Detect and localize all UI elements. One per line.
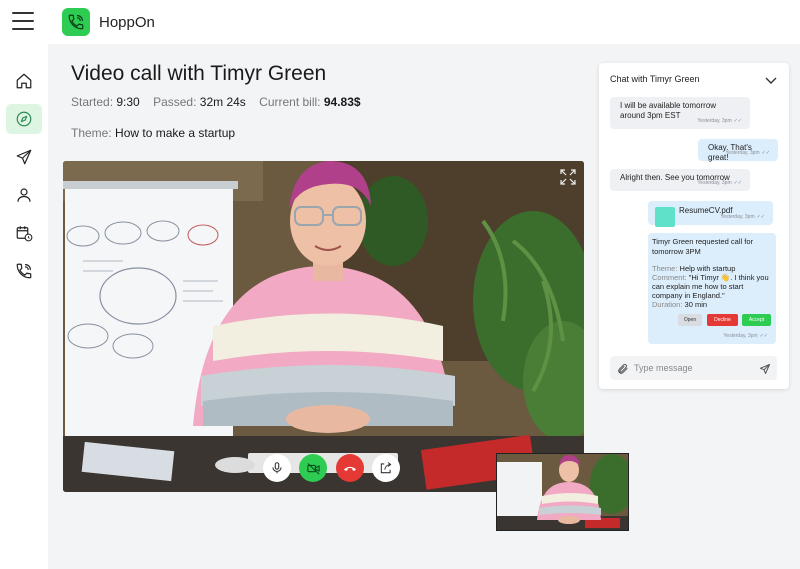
chat-panel: Chat with Timyr Green I will be availabl…: [599, 63, 789, 389]
sidebar: [0, 44, 48, 569]
send-icon: [16, 149, 32, 165]
chat-message: Alright then. See you tomorrow Yesterday…: [610, 169, 750, 191]
file-icon: [655, 207, 675, 227]
hang-up-button[interactable]: [336, 454, 364, 482]
chat-title: Chat with Timyr Green: [610, 74, 700, 84]
accept-request-button[interactable]: Accept: [742, 314, 771, 326]
user-icon: [17, 188, 31, 202]
message-time: Yesterday, 3pm ✓✓: [720, 214, 765, 220]
attach-button[interactable]: [617, 362, 629, 374]
send-message-button[interactable]: [759, 362, 771, 374]
message-time: Yesterday, 3pm ✓✓: [697, 118, 742, 124]
share-screen-button[interactable]: [372, 454, 400, 482]
sidebar-item-schedule[interactable]: [6, 218, 42, 248]
file-attachment[interactable]: ResumeCV.pdf Yesterday, 3pm ✓✓: [648, 201, 773, 227]
read-receipt-icon: ✓✓: [759, 333, 768, 339]
hang-up-icon: [344, 466, 356, 471]
message-time: Yesterday, 3pm ✓✓: [725, 150, 770, 156]
request-duration: Duration: 30 min: [652, 300, 708, 309]
theme-value: How to make a startup: [115, 126, 236, 140]
message-time: Yesterday, 3pm ✓✓: [697, 180, 742, 186]
message-composer: [610, 356, 777, 380]
passed-value: 32m 24s: [199, 95, 246, 109]
expand-icon: [560, 169, 576, 185]
sidebar-item-messages[interactable]: [6, 142, 42, 172]
call-request-title: Timyr Green requested call for tomorrow …: [652, 237, 754, 256]
message-input[interactable]: [634, 360, 754, 376]
fullscreen-button[interactable]: [560, 169, 576, 185]
compass-icon: [16, 111, 32, 127]
call-theme: Theme: How to make a startup: [71, 126, 235, 140]
chat-message: Okay. That's great! Yesterday, 3pm ✓✓: [698, 139, 778, 162]
read-receipt-icon: ✓✓: [761, 150, 770, 156]
read-receipt-icon: ✓✓: [756, 214, 765, 220]
read-receipt-icon: ✓✓: [733, 118, 742, 124]
app-name: HoppOn: [99, 14, 155, 31]
started-label: Started:: [71, 95, 114, 109]
video-frame-image: [63, 161, 584, 492]
chevron-down-icon: [765, 77, 777, 84]
top-bar: HoppOn: [0, 0, 800, 44]
chat-message: I will be available tomorrow around 3pm …: [610, 97, 750, 129]
bill-label: Current bill:: [259, 95, 321, 109]
chat-collapse-button[interactable]: [765, 73, 777, 84]
send-icon: [760, 364, 770, 374]
started-value: 9:30: [116, 95, 140, 109]
calendar-clock-icon: [16, 226, 33, 242]
sidebar-item-profile[interactable]: [6, 180, 42, 210]
sidebar-item-home[interactable]: [6, 66, 42, 96]
app-logo: [62, 8, 90, 36]
menu-icon[interactable]: [12, 12, 34, 30]
decline-request-button[interactable]: Decline: [707, 314, 738, 326]
self-video-preview[interactable]: [496, 453, 629, 531]
share-screen-icon: [380, 462, 392, 474]
microphone-button[interactable]: [263, 454, 291, 482]
remote-video: [63, 161, 584, 492]
request-theme: Theme: Help with startup: [652, 264, 736, 273]
call-stats: Started: 9:30 Passed: 32m 24s Current bi…: [71, 95, 361, 109]
read-receipt-icon: ✓✓: [733, 180, 742, 186]
video-camera-icon: [306, 462, 320, 475]
request-comment: Comment: "Hi Timyr 👋. I think you can ex…: [652, 273, 769, 300]
passed-label: Passed:: [153, 95, 197, 109]
sidebar-item-calls[interactable]: [6, 256, 42, 286]
open-request-button[interactable]: Open: [678, 314, 702, 326]
theme-label: Theme:: [71, 126, 112, 140]
microphone-icon: [272, 462, 282, 474]
home-icon: [16, 73, 32, 89]
bill-value: 94.83$: [323, 95, 361, 109]
sidebar-item-explore[interactable]: [6, 104, 42, 134]
camera-toggle-button[interactable]: [299, 454, 327, 482]
paperclip-icon: [618, 364, 628, 374]
request-actions: Open Decline Accept: [648, 314, 776, 326]
phone-call-icon: [16, 263, 32, 279]
message-time: Yesterday, 3pm ✓✓: [723, 333, 768, 339]
page-title: Video call with Timyr Green: [71, 62, 327, 85]
call-request-card: Timyr Green requested call for tomorrow …: [648, 233, 776, 344]
self-video-image: [497, 454, 628, 530]
phone-call-icon: [68, 14, 84, 30]
